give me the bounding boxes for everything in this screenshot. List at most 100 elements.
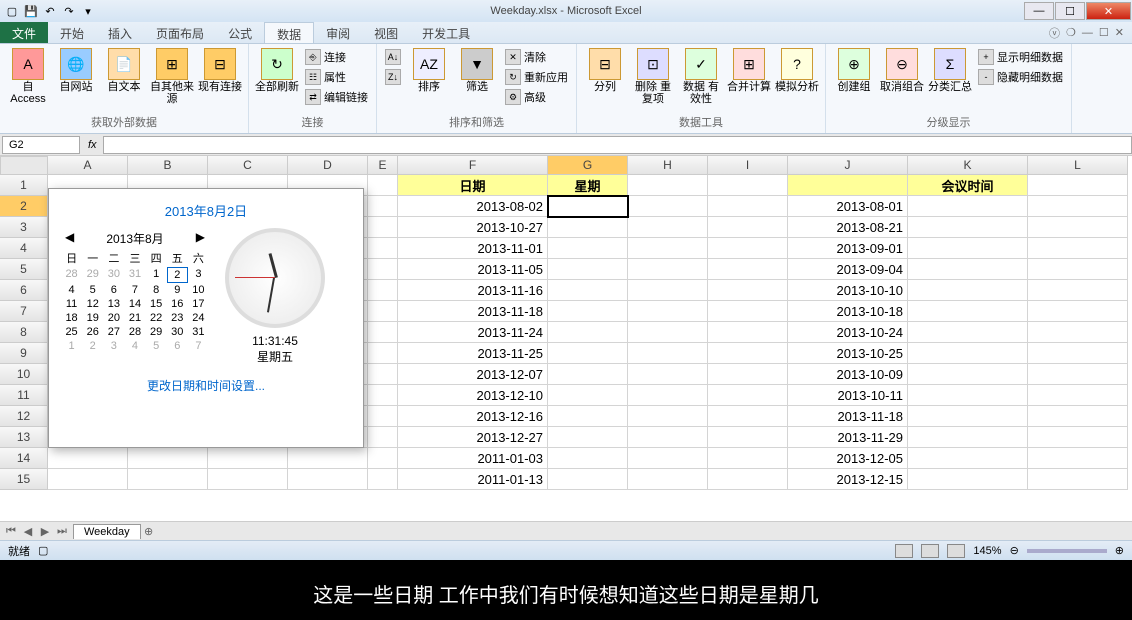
cal-day[interactable]: 1 bbox=[61, 339, 82, 353]
cell-E9[interactable] bbox=[368, 343, 398, 364]
change-datetime-link[interactable]: 更改日期和时间设置... bbox=[61, 377, 351, 394]
tab-data[interactable]: 数据 bbox=[264, 22, 314, 43]
cell-G3[interactable] bbox=[548, 217, 628, 238]
row-header-7[interactable]: 7 bbox=[0, 301, 48, 322]
cell-H15[interactable] bbox=[628, 469, 708, 490]
cell-G12[interactable] bbox=[548, 406, 628, 427]
cell-F7[interactable]: 2013-11-18 bbox=[398, 301, 548, 322]
cell-D14[interactable] bbox=[288, 448, 368, 469]
cell-J1[interactable] bbox=[788, 175, 908, 196]
cal-day[interactable]: 21 bbox=[124, 311, 145, 325]
cell-L4[interactable] bbox=[1028, 238, 1128, 259]
cal-day[interactable]: 30 bbox=[103, 267, 124, 283]
zoom-out-button[interactable]: ⊖ bbox=[1010, 544, 1019, 557]
cell-L15[interactable] bbox=[1028, 469, 1128, 490]
cell-G5[interactable] bbox=[548, 259, 628, 280]
row-header-4[interactable]: 4 bbox=[0, 238, 48, 259]
cal-day[interactable]: 7 bbox=[124, 283, 145, 297]
cal-day[interactable]: 22 bbox=[146, 311, 167, 325]
sort-asc-button[interactable]: A↓ bbox=[383, 48, 403, 66]
tab-view[interactable]: 视图 bbox=[362, 22, 410, 43]
redo-icon[interactable]: ↷ bbox=[61, 3, 77, 19]
cell-I7[interactable] bbox=[708, 301, 788, 322]
cell-E11[interactable] bbox=[368, 385, 398, 406]
cal-day[interactable]: 10 bbox=[188, 283, 209, 297]
wrest-icon[interactable]: ☐ bbox=[1099, 26, 1109, 39]
advanced-button[interactable]: ⚙高级 bbox=[503, 88, 570, 106]
cell-I3[interactable] bbox=[708, 217, 788, 238]
cell-G1[interactable]: 星期 bbox=[548, 175, 628, 196]
col-header-C[interactable]: C bbox=[208, 156, 288, 175]
cell-E13[interactable] bbox=[368, 427, 398, 448]
ungroup-button[interactable]: ⊖取消组合 bbox=[880, 48, 924, 93]
cell-I9[interactable] bbox=[708, 343, 788, 364]
cell-H11[interactable] bbox=[628, 385, 708, 406]
cal-day[interactable]: 5 bbox=[146, 339, 167, 353]
cell-F9[interactable]: 2013-11-25 bbox=[398, 343, 548, 364]
calendar[interactable]: ◀ 2013年8月 ▶ 日一二三四五六282930311234567891011… bbox=[61, 228, 209, 365]
cal-day[interactable]: 5 bbox=[82, 283, 103, 297]
cell-C15[interactable] bbox=[208, 469, 288, 490]
view-normal-button[interactable] bbox=[895, 544, 913, 558]
cell-L6[interactable] bbox=[1028, 280, 1128, 301]
cal-day[interactable]: 23 bbox=[167, 311, 188, 325]
save-icon[interactable]: 💾 bbox=[23, 3, 39, 19]
cal-day[interactable]: 24 bbox=[188, 311, 209, 325]
cal-day[interactable]: 26 bbox=[82, 325, 103, 339]
cell-J15[interactable]: 2013-12-15 bbox=[788, 469, 908, 490]
cal-day[interactable]: 14 bbox=[124, 297, 145, 311]
col-header-G[interactable]: G bbox=[548, 156, 628, 175]
cell-L2[interactable] bbox=[1028, 196, 1128, 217]
row-header-14[interactable]: 14 bbox=[0, 448, 48, 469]
reapply-button[interactable]: ↻重新应用 bbox=[503, 68, 570, 86]
col-header-I[interactable]: I bbox=[708, 156, 788, 175]
cell-K8[interactable] bbox=[908, 322, 1028, 343]
cell-H2[interactable] bbox=[628, 196, 708, 217]
cal-day[interactable]: 16 bbox=[167, 297, 188, 311]
cell-L7[interactable] bbox=[1028, 301, 1128, 322]
cell-F4[interactable]: 2013-11-01 bbox=[398, 238, 548, 259]
cal-day[interactable]: 1 bbox=[146, 267, 167, 283]
tab-dev[interactable]: 开发工具 bbox=[410, 22, 482, 43]
name-box[interactable]: G2 bbox=[2, 136, 80, 154]
cell-E15[interactable] bbox=[368, 469, 398, 490]
sort-button[interactable]: AZ排序 bbox=[407, 48, 451, 93]
cell-J10[interactable]: 2013-10-09 bbox=[788, 364, 908, 385]
cell-B14[interactable] bbox=[128, 448, 208, 469]
undo-icon[interactable]: ↶ bbox=[42, 3, 58, 19]
cell-G6[interactable] bbox=[548, 280, 628, 301]
hide-detail-button[interactable]: -隐藏明细数据 bbox=[976, 68, 1065, 86]
cell-E14[interactable] bbox=[368, 448, 398, 469]
cell-H12[interactable] bbox=[628, 406, 708, 427]
minimize-button[interactable]: — bbox=[1024, 2, 1054, 20]
cell-H4[interactable] bbox=[628, 238, 708, 259]
cell-F1[interactable]: 日期 bbox=[398, 175, 548, 196]
cell-K5[interactable] bbox=[908, 259, 1028, 280]
cell-F10[interactable]: 2013-12-07 bbox=[398, 364, 548, 385]
cal-day[interactable]: 27 bbox=[103, 325, 124, 339]
consolidate-button[interactable]: ⊞合并计算 bbox=[727, 48, 771, 93]
show-detail-button[interactable]: +显示明细数据 bbox=[976, 48, 1065, 66]
cal-day[interactable]: 12 bbox=[82, 297, 103, 311]
help-icon[interactable]: ❍ bbox=[1066, 26, 1076, 39]
cell-K2[interactable] bbox=[908, 196, 1028, 217]
cal-day[interactable]: 3 bbox=[103, 339, 124, 353]
cal-day[interactable]: 17 bbox=[188, 297, 209, 311]
cell-E12[interactable] bbox=[368, 406, 398, 427]
subtotal-button[interactable]: Σ分类汇总 bbox=[928, 48, 972, 93]
cell-J14[interactable]: 2013-12-05 bbox=[788, 448, 908, 469]
existing-conn-button[interactable]: ⊟现有连接 bbox=[198, 48, 242, 93]
cell-L5[interactable] bbox=[1028, 259, 1128, 280]
cal-day[interactable]: 29 bbox=[146, 325, 167, 339]
zoom-slider[interactable] bbox=[1027, 549, 1107, 553]
row-header-13[interactable]: 13 bbox=[0, 427, 48, 448]
cal-day[interactable]: 8 bbox=[146, 283, 167, 297]
cell-K4[interactable] bbox=[908, 238, 1028, 259]
cell-H9[interactable] bbox=[628, 343, 708, 364]
zoom-level[interactable]: 145% bbox=[973, 545, 1001, 557]
cal-day[interactable]: 6 bbox=[167, 339, 188, 353]
view-layout-button[interactable] bbox=[921, 544, 939, 558]
from-other-button[interactable]: ⊞自其他来源 bbox=[150, 48, 194, 105]
cell-I10[interactable] bbox=[708, 364, 788, 385]
cell-L13[interactable] bbox=[1028, 427, 1128, 448]
